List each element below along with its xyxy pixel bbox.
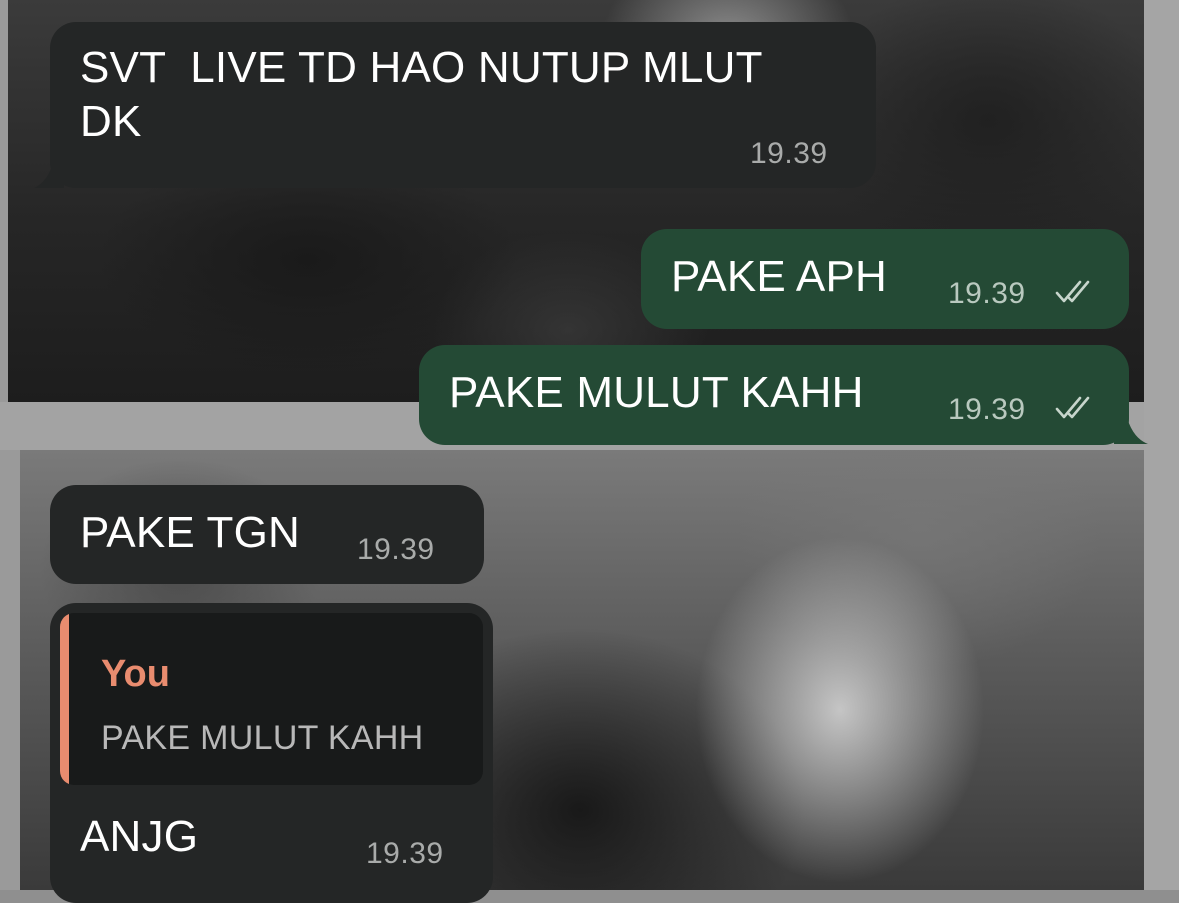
message-time: 19.39 [948,277,1026,310]
message-time: 19.39 [366,837,444,870]
double-check-icon [1055,396,1090,419]
message-bubble-incoming[interactable]: SVT LIVE TD HAO NUTUP MLUT DK 19.39 [50,22,876,188]
message-text: PAKE APH [671,252,887,301]
message-time: 19.39 [948,393,1026,426]
bubble-tail-incoming [34,160,64,188]
message-text: ANJG [80,812,199,861]
message-text: SVT LIVE TD HAO NUTUP MLUT DK [80,43,763,146]
reply-accent-bar [60,613,69,785]
reply-author: You [101,653,170,695]
message-bubble-incoming[interactable]: PAKE TGN 19.39 [50,485,484,584]
message-bubble-reply[interactable]: You PAKE MULUT KAHH ANJG 19.39 [50,603,493,903]
wallpaper-edge [1144,0,1179,890]
reply-quote[interactable]: You PAKE MULUT KAHH [60,613,483,785]
message-bubble-outgoing[interactable]: PAKE MULUT KAHH 19.39 [419,345,1129,445]
message-bubble-outgoing[interactable]: PAKE APH 19.39 [641,229,1129,329]
message-text: PAKE MULUT KAHH [449,368,864,417]
reply-quoted-text: PAKE MULUT KAHH [101,719,424,757]
message-time: 19.39 [357,533,435,566]
bubble-tail-outgoing [1114,414,1148,444]
message-time: 19.39 [750,137,828,170]
message-text: PAKE TGN [80,508,301,557]
double-check-icon [1055,280,1090,303]
